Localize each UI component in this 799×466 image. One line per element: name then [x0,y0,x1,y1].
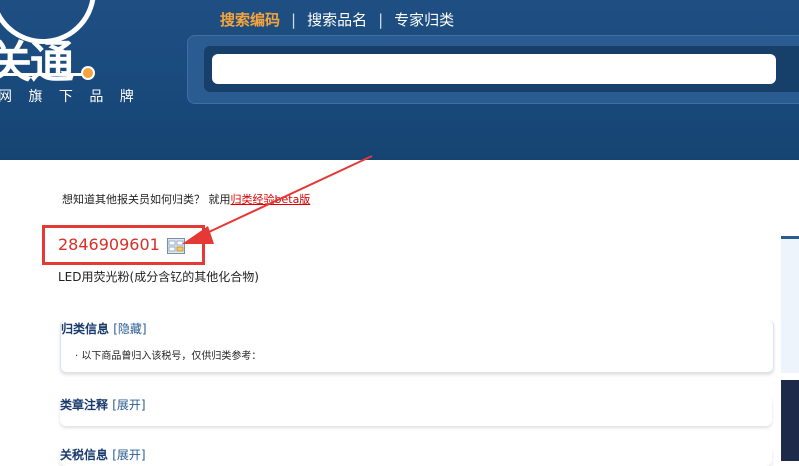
section-title: 归类信息 [61,322,110,336]
classification-info-panel: 归类信息 [隐藏] · 以下商品曾归入该税号，仅供归类参考： [60,320,774,373]
nav-search-code[interactable]: 搜索编码 [220,9,280,30]
chapter-notes-title: 类章注释 [展开] [60,396,146,413]
expand-toggle[interactable]: [展开] [112,448,145,462]
nav-expert-classify[interactable]: 专家归类 [394,9,454,30]
nav-separator: | [291,11,297,29]
product-description: LED用荧光粉(成分含钇的其他化合物) [58,270,259,284]
logo-underline [0,73,83,76]
section-title: 关税信息 [60,448,109,462]
logo-dot-icon [81,66,95,80]
tariff-info-panel: 关税信息 [展开] [60,446,772,466]
expand-toggle[interactable]: [展开] [112,398,145,412]
tariff-info-title: 关税信息 [展开] [60,446,146,463]
logo-text: 关通 [0,37,74,88]
hint-text: 想知道其他报关员如何归类？ 就用 [62,193,231,206]
search-input[interactable] [212,54,776,84]
section-title: 类章注释 [60,398,109,412]
header: 关通 网 旗 下 品 牌 搜索编码 | 搜索品名 | 专家归类 [0,0,799,160]
chapter-notes-panel: 类章注释 [展开] [60,396,772,426]
hide-toggle[interactable]: [隐藏] [113,322,146,336]
hint-line: 想知道其他报关员如何归类？ 就用归类经验beta版 [62,191,310,207]
nav-search-name[interactable]: 搜索品名 [307,9,367,30]
highlight-box [42,225,205,265]
side-panel [781,236,799,373]
classify-experience-link[interactable]: 归类经验beta版 [231,193,311,206]
search-container [187,35,799,104]
top-nav: 搜索编码 | 搜索品名 | 专家归类 [220,9,454,30]
search-frame [204,46,799,92]
classification-info-title: 归类信息 [隐藏] [61,320,147,337]
classification-note: · 以下商品曾归入该税号，仅供归类参考： [75,351,262,362]
logo-subtitle: 网 旗 下 品 牌 [0,89,140,105]
nav-separator: | [378,11,384,29]
side-banner [781,380,799,461]
